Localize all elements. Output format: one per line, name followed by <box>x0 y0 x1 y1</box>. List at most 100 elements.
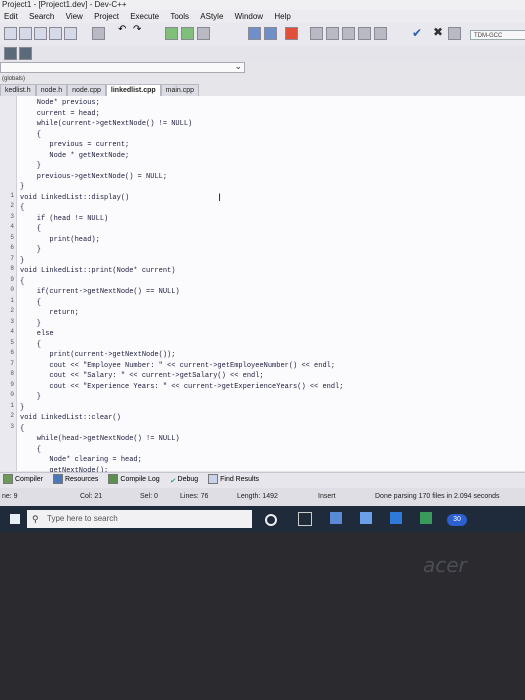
taskbar-search-input[interactable]: ⚲ Type here to search <box>27 510 252 528</box>
app-icon[interactable] <box>360 512 372 524</box>
close-file-icon[interactable] <box>64 27 77 40</box>
line-number: 6 <box>10 244 14 251</box>
code-line[interactable]: } <box>20 161 343 172</box>
line-number <box>0 107 16 118</box>
code-line[interactable]: { <box>20 298 343 309</box>
line-number: 5 <box>10 233 14 241</box>
replace-icon[interactable] <box>181 27 194 40</box>
task-view-icon[interactable] <box>298 512 312 526</box>
menu-search[interactable]: Search <box>29 10 54 23</box>
code-line[interactable]: } <box>20 256 343 267</box>
code-line[interactable]: while(current->getNextNode() != NULL) <box>20 119 343 130</box>
app-icon[interactable] <box>420 512 432 524</box>
redo-icon[interactable]: ↷ <box>133 24 144 35</box>
globals-dropdown[interactable]: ⌄ <box>0 61 245 73</box>
new-file-icon[interactable] <box>4 27 17 40</box>
code-line[interactable]: { <box>20 130 343 141</box>
save-all-icon[interactable] <box>49 27 62 40</box>
menu-edit[interactable]: Edit <box>4 10 18 23</box>
indent-icon[interactable] <box>248 27 261 40</box>
code-line[interactable]: void LinkedList::clear() <box>20 413 343 424</box>
code-line[interactable]: } <box>20 319 343 330</box>
code-line[interactable]: } <box>20 182 343 193</box>
resources-icon <box>52 474 63 485</box>
code-line[interactable]: if(current->getNextNode() == NULL) <box>20 287 343 298</box>
profile-icon[interactable] <box>448 27 461 40</box>
app-icon[interactable] <box>330 512 342 524</box>
code-line[interactable]: while(head->getNextNode() != NULL) <box>20 434 343 445</box>
tab-compiler[interactable]: Compiler <box>3 473 43 487</box>
code-line[interactable]: print(current->getNextNode()); <box>20 350 343 361</box>
tab-debug[interactable]: ✔ Debug <box>170 473 199 487</box>
menu-astyle[interactable]: AStyle <box>200 10 223 23</box>
code-line[interactable]: previous->getNextNode() = NULL; <box>20 172 343 183</box>
code-line[interactable]: cout << "Employee Number: " << current->… <box>20 361 343 372</box>
code-line[interactable]: cout << "Salary: " << current->getSalary… <box>20 371 343 382</box>
debug-icon[interactable] <box>374 27 387 40</box>
check-icon: ✔ <box>169 478 176 486</box>
menu-help[interactable]: Help <box>274 10 290 23</box>
code-line[interactable]: } <box>20 245 343 256</box>
tab-find-results[interactable]: Find Results <box>208 473 259 487</box>
goto-icon[interactable] <box>197 27 210 40</box>
code-line[interactable]: Node * getNextNode; <box>20 151 343 162</box>
menu-project[interactable]: Project <box>94 10 119 23</box>
code-line[interactable]: } <box>20 403 343 414</box>
code-line[interactable]: previous = current; <box>20 140 343 151</box>
app-icon[interactable] <box>390 512 402 524</box>
check-icon[interactable]: ✔ <box>412 26 422 40</box>
code-line[interactable]: { <box>20 277 343 288</box>
menu-execute[interactable]: Execute <box>130 10 159 23</box>
code-line[interactable]: print(head); <box>20 235 343 246</box>
code-line[interactable]: current = head; <box>20 109 343 120</box>
print-icon[interactable] <box>92 27 105 40</box>
stop-icon[interactable]: ✖ <box>433 25 443 39</box>
menu-tools[interactable]: Tools <box>170 10 189 23</box>
line-number: 1 <box>10 296 14 304</box>
compile-icon[interactable] <box>310 27 323 40</box>
save-icon[interactable] <box>34 27 47 40</box>
unindent-icon[interactable] <box>264 27 277 40</box>
code-line[interactable]: { <box>20 445 343 456</box>
toggle-comment-icon[interactable] <box>285 27 298 40</box>
code-line[interactable]: cout << "Experience Years: " << current-… <box>20 382 343 393</box>
tab-compile-log[interactable]: Compile Log <box>108 473 160 487</box>
code-line[interactable]: Node* previous; <box>20 98 343 109</box>
line-number <box>0 443 16 454</box>
menu-view[interactable]: View <box>66 10 83 23</box>
compiler-select[interactable]: TDM-GCC <box>470 30 525 40</box>
code-line[interactable]: return; <box>20 308 343 319</box>
chart-icon <box>108 474 119 485</box>
line-number <box>0 180 16 191</box>
rebuild-icon[interactable] <box>358 27 371 40</box>
compile-run-icon[interactable] <box>342 27 355 40</box>
run-icon[interactable] <box>326 27 339 40</box>
tab-resources[interactable]: Resources <box>52 473 98 487</box>
code-line[interactable]: } <box>20 392 343 403</box>
code-editor[interactable]: 1 2 3 4 5 6 7 8 9 0 1 2 3 4 5 6 7 8 9 0 1 2 3 Node* previous; … <box>0 96 525 485</box>
new-class-icon[interactable] <box>4 47 17 60</box>
code-line[interactable]: Node* clearing = head; <box>20 455 343 466</box>
code-line[interactable]: void LinkedList::display() <box>20 193 343 204</box>
code-text[interactable]: Node* previous; current = head; while(cu… <box>20 98 343 487</box>
code-line[interactable]: if (head != NULL) <box>20 214 343 225</box>
open-file-icon[interactable] <box>19 27 32 40</box>
code-line[interactable]: { <box>20 340 343 351</box>
search-icon: ⚲ <box>32 514 39 524</box>
undo-icon[interactable]: ↶ <box>118 24 129 35</box>
code-line[interactable]: void LinkedList::print(Node* current) <box>20 266 343 277</box>
menu-window[interactable]: Window <box>235 10 263 23</box>
notification-badge[interactable]: 30 <box>447 514 467 526</box>
find-icon[interactable] <box>165 27 178 40</box>
code-line[interactable]: { <box>20 224 343 235</box>
line-number: 4 <box>10 223 14 230</box>
status-lines: Lines: 76 <box>180 493 209 500</box>
insert-icon[interactable] <box>19 47 32 60</box>
cortana-icon[interactable] <box>265 514 277 526</box>
status-col: Col: 21 <box>80 493 103 500</box>
code-line[interactable]: else <box>20 329 343 340</box>
windows-start-icon[interactable] <box>10 514 20 524</box>
code-line[interactable]: { <box>20 203 343 214</box>
code-line[interactable]: { <box>20 424 343 435</box>
line-number <box>0 96 16 107</box>
